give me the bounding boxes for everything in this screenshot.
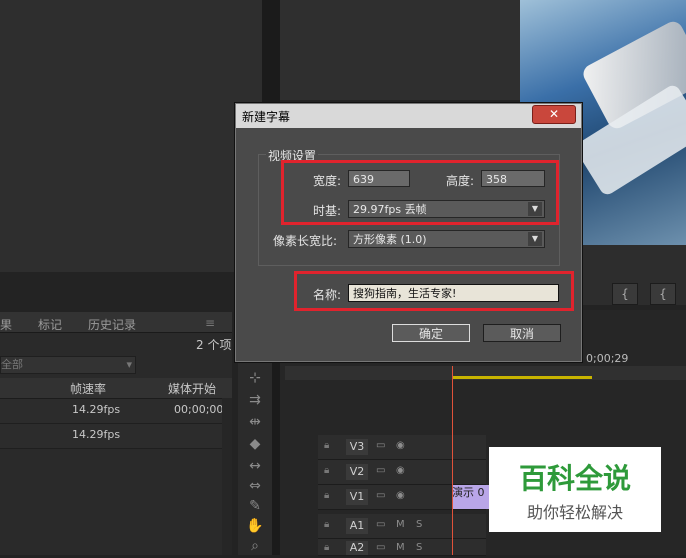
lock-icon[interactable]: 🔒︎ (324, 542, 329, 553)
tab-markers[interactable]: 标记 (38, 316, 62, 333)
highlight-box-name (294, 271, 574, 311)
lock-icon[interactable]: 🔒︎ (324, 465, 329, 476)
watermark-title: 百科全说 (518, 462, 631, 495)
highlight-box-size-timebase (281, 160, 559, 225)
filter-value: 全部 (1, 358, 23, 371)
start-cell: 00;00;00 (174, 403, 224, 416)
ripple-edit-icon[interactable]: ⇹ (244, 414, 266, 434)
watermark-subtitle: 助你轻松解决 (526, 503, 623, 522)
mute-icon[interactable]: M (396, 519, 405, 530)
eye-icon[interactable]: ◉ (396, 465, 405, 476)
zoom-icon[interactable]: ⌕ (244, 538, 266, 558)
close-icon: ✕ (548, 107, 560, 121)
chevron-down-icon: ▾ (126, 358, 132, 371)
watermark-logo: 百科全说 助你轻松解决 (489, 447, 661, 532)
bracket-button[interactable]: { (650, 283, 676, 305)
new-title-dialog: 新建字幕 ✕ 视频设置 宽度: 639 高度: 358 时基: 29.97fps… (235, 103, 582, 362)
dialog-titlebar[interactable]: 新建字幕 ✕ (236, 104, 581, 128)
timeline-timecode: 0;00;29 (586, 352, 629, 365)
track-name[interactable]: V3 (346, 439, 368, 455)
par-label: 像素长宽比: (273, 234, 338, 248)
eye-icon[interactable]: ◉ (396, 490, 405, 501)
scrollbar[interactable] (222, 398, 232, 555)
cancel-button[interactable]: 取消 (483, 324, 561, 342)
fps-cell: 14.29fps (72, 428, 121, 441)
track-v2: 🔒︎ V2 ▭ ◉ (318, 460, 486, 485)
column-header-media-start[interactable]: 媒体开始 (168, 380, 216, 397)
table-row[interactable]: 14.29fps 00;00;00 (0, 399, 232, 424)
clip-label: 演示 0 (452, 486, 485, 499)
eye-icon[interactable]: ◉ (396, 440, 405, 451)
bracket-button[interactable]: { (612, 283, 638, 305)
selection-tool-icon[interactable]: ⊹ (244, 370, 266, 390)
tab-effects[interactable]: 果 (0, 316, 12, 333)
source-monitor-panel (0, 0, 262, 272)
solo-icon[interactable]: S (416, 542, 422, 553)
track-name[interactable]: V1 (346, 489, 368, 505)
sync-icon[interactable]: ▭ (376, 465, 385, 476)
sync-icon[interactable]: ▭ (376, 542, 385, 553)
track-a1: 🔒︎ A1 ▭ M S (318, 514, 486, 539)
hand-icon[interactable]: ✋ (244, 518, 266, 538)
filter-select[interactable]: 全部 ▾ (0, 356, 136, 374)
playhead[interactable] (452, 366, 453, 555)
razor-icon[interactable]: ◆ (244, 436, 266, 456)
slip-icon[interactable]: ↔ (244, 458, 266, 478)
column-header-row: 帧速率 媒体开始 (0, 378, 232, 399)
sync-icon[interactable]: ▭ (376, 519, 385, 530)
item-count: 2 个项 (196, 338, 232, 352)
par-value: 方形像素 (1.0) (353, 233, 427, 246)
column-header-fps[interactable]: 帧速率 (70, 380, 106, 397)
table-row[interactable]: 14.29fps (0, 424, 232, 449)
lock-icon[interactable]: 🔒︎ (324, 519, 329, 530)
solo-icon[interactable]: S (416, 519, 422, 530)
track-select-icon[interactable]: ⇉ (244, 392, 266, 412)
close-button[interactable]: ✕ (532, 105, 576, 124)
track-a2: 🔒︎ A2 ▭ M S (318, 539, 486, 556)
mute-icon[interactable]: M (396, 542, 405, 553)
panel-menu-icon[interactable]: ≡ (205, 316, 215, 330)
pen-icon[interactable]: ✎ (244, 498, 266, 518)
lock-icon[interactable]: 🔒︎ (324, 490, 329, 501)
ok-button[interactable]: 确定 (392, 324, 470, 342)
tab-history[interactable]: 历史记录 (88, 316, 136, 333)
sync-icon[interactable]: ▭ (376, 440, 385, 451)
sync-icon[interactable]: ▭ (376, 490, 385, 501)
slide-icon[interactable]: ⇔ (244, 478, 266, 498)
track-name[interactable]: V2 (346, 464, 368, 480)
track-v3: 🔒︎ V3 ▭ ◉ (318, 435, 486, 460)
project-tabbar: 果 标记 历史记录 ≡ (0, 312, 232, 333)
center-top-panel (280, 0, 520, 100)
fps-cell: 14.29fps (72, 403, 121, 416)
work-area-bar[interactable] (452, 376, 592, 379)
dialog-title: 新建字幕 (242, 110, 291, 124)
video-clip[interactable]: 演示 0 (452, 485, 492, 509)
track-name[interactable]: A1 (346, 518, 368, 534)
chevron-down-icon: ▼ (528, 232, 542, 246)
track-name[interactable]: A2 (346, 541, 368, 555)
lock-icon[interactable]: 🔒︎ (324, 440, 329, 451)
par-select[interactable]: 方形像素 (1.0) ▼ (348, 230, 545, 248)
